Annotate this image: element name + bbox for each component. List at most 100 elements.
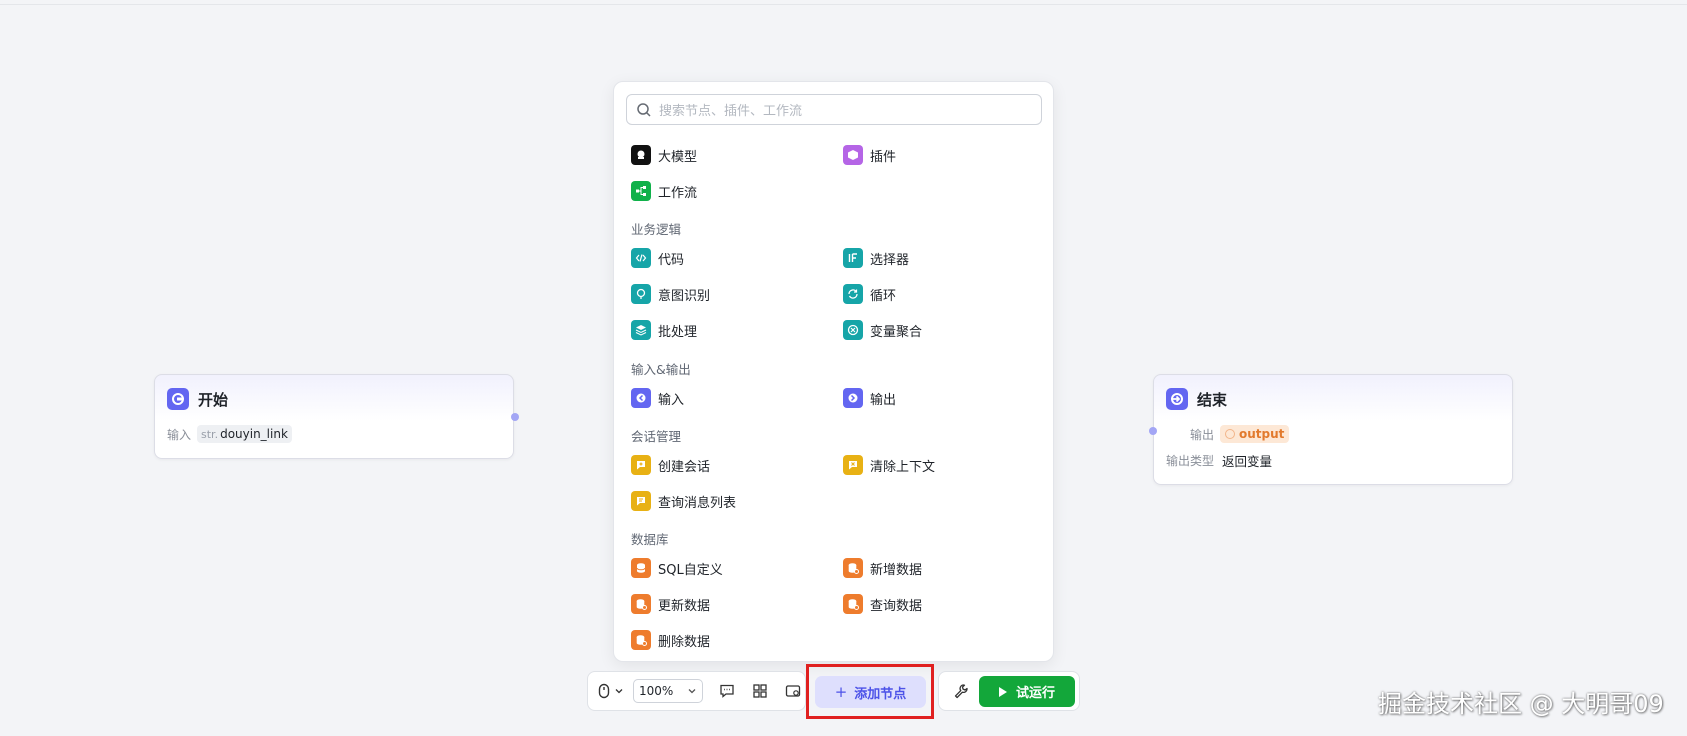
end-output-label: 输出 [1190,427,1215,442]
start-node-title: 开始 [198,390,229,409]
output-icon [843,388,863,408]
mouse-icon [598,683,610,699]
search-icon [637,102,651,117]
start-input-row: 输入 str. douyin_link [167,425,292,443]
input-icon [631,388,651,408]
llm-icon [631,145,651,165]
end-output-row: 输出 output [1190,425,1290,443]
node-item-db-delete[interactable]: 删除数据 [631,630,710,650]
add-node-button[interactable]: + 添加节点 [815,676,926,708]
message-list-icon [631,491,651,511]
layout-grid-icon[interactable] [751,682,769,700]
node-item-label: 变量聚合 [870,324,923,340]
database-delete-icon [631,630,651,650]
comment-icon[interactable] [718,682,736,700]
node-item-workflow[interactable]: 工作流 [631,181,697,201]
node-item-variable-merge[interactable]: 变量聚合 [843,320,922,340]
start-output-port[interactable] [511,413,519,421]
node-item-plugin[interactable]: 插件 [843,145,896,165]
chevron-down-icon [615,689,623,694]
start-node[interactable]: 开始 输入 str. douyin_link [154,374,514,459]
end-node-header: 结束 [1166,388,1512,410]
end-node-title: 结束 [1197,390,1228,409]
section-title: 业务逻辑 [631,222,682,237]
node-item-label: 意图识别 [658,288,711,304]
node-item-label: 创建会话 [658,459,711,475]
test-run-label: 试运行 [1015,686,1055,701]
node-item-db-add[interactable]: 新增数据 [843,558,922,578]
watermark: 掘金技术社区 @ 大明哥09 [1378,690,1664,718]
add-node-label: 添加节点 [854,686,907,702]
node-item-label: 清除上下文 [870,459,936,475]
node-item-label: 代码 [658,252,685,268]
output-var-tag[interactable]: output [1220,425,1290,443]
param-name: douyin_link [220,427,288,441]
node-item-llm[interactable]: 大模型 [631,145,697,165]
selector-icon [843,248,863,268]
plus-icon: + [834,683,848,701]
create-chat-icon [631,455,651,475]
output-type-value: 返回变量 [1222,454,1273,469]
zoom-select[interactable]: 100% [633,679,703,703]
end-node[interactable]: 结束 输出 output 输出类型 返回变量 [1153,374,1513,485]
interaction-mode-toggle[interactable] [598,683,624,699]
node-item-label: 查询数据 [870,598,923,614]
node-item-db-update[interactable]: 更新数据 [631,594,710,614]
wrench-icon[interactable] [953,683,969,699]
database-update-icon [631,594,651,614]
node-item-create-chat[interactable]: 创建会话 [631,455,710,475]
node-item-label: 大模型 [658,149,698,165]
node-search-input[interactable]: 搜索节点、插件、工作流 [626,94,1042,125]
code-icon [631,248,651,268]
end-icon [1166,388,1188,410]
node-item-label: SQL自定义 [658,562,723,578]
end-output-type-row: 输出类型 返回变量 [1166,451,1272,470]
workflow-icon [631,181,651,201]
start-icon [167,388,189,410]
output-type-label: 输出类型 [1166,454,1215,468]
node-item-label: 更新数据 [658,598,711,614]
intent-icon [631,284,651,304]
node-item-batch[interactable]: 批处理 [631,320,697,340]
node-item-label: 循环 [870,288,897,304]
node-item-label: 查询消息列表 [658,495,737,511]
output-var-name: output [1239,427,1285,441]
add-node-panel: 搜索节点、插件、工作流 大模型 插件 工作流 业务逻辑 代码 选择器 意图识别 … [613,81,1054,662]
node-item-sql[interactable]: SQL自定义 [631,558,723,578]
param-tag[interactable]: str. douyin_link [197,425,292,443]
minimap-icon[interactable] [784,682,802,700]
node-item-label: 批处理 [658,324,698,340]
node-item-label: 输入 [658,392,685,408]
canvas-toolbar: 100% [587,671,806,711]
batch-icon [631,320,651,340]
run-toolbar: 试运行 [938,671,1080,711]
node-item-input[interactable]: 输入 [631,388,684,408]
end-input-port[interactable] [1149,427,1157,435]
database-icon [631,558,651,578]
section-title: 输入&输出 [631,362,691,377]
node-item-clear-context[interactable]: 清除上下文 [843,455,935,475]
top-divider [0,4,1687,5]
node-item-label: 工作流 [658,185,698,201]
node-item-code[interactable]: 代码 [631,248,684,268]
chevron-down-icon [688,689,696,694]
test-run-button[interactable]: 试运行 [979,676,1075,707]
node-item-selector[interactable]: 选择器 [843,248,909,268]
start-node-header: 开始 [167,388,513,410]
node-item-db-query[interactable]: 查询数据 [843,594,922,614]
plugin-icon [843,145,863,165]
node-item-label: 输出 [870,392,897,408]
search-placeholder: 搜索节点、插件、工作流 [659,104,803,119]
node-item-label: 删除数据 [658,634,711,650]
database-query-icon [843,594,863,614]
node-item-loop[interactable]: 循环 [843,284,896,304]
node-item-intent[interactable]: 意图识别 [631,284,710,304]
start-input-label: 输入 [167,427,192,442]
variable-ring-icon [1225,429,1236,439]
clear-context-icon [843,455,863,475]
variable-merge-icon [843,320,863,340]
node-item-message-list[interactable]: 查询消息列表 [631,491,736,511]
section-title: 数据库 [631,532,669,547]
node-item-output[interactable]: 输出 [843,388,896,408]
play-icon [998,686,1007,697]
